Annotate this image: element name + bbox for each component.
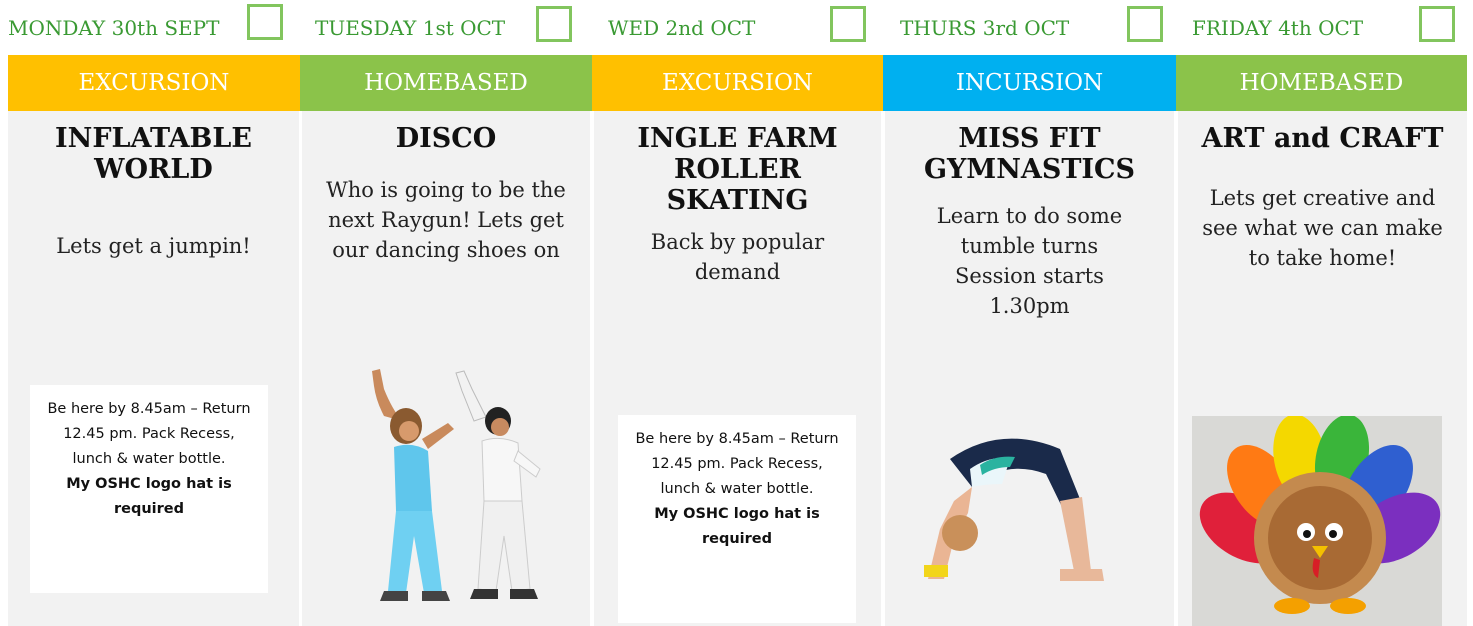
note-text: Be here by 8.45am – Return 12.45 pm. Pac…: [635, 431, 839, 497]
activity-type-banner: INCURSION: [883, 55, 1176, 111]
activity-title: MISS FIT GYMNASTICS: [923, 123, 1136, 185]
day-checkbox[interactable]: [247, 4, 283, 40]
activity-description: Lets get a jumpin!: [56, 234, 251, 258]
activity-type-banner: HOMEBASED: [1176, 55, 1467, 111]
note-bold-text: My OSHC logo hat is required: [654, 506, 820, 547]
activity-panel: ART and CRAFT Lets get creative and see …: [1178, 111, 1467, 626]
activity-description: Back by popular demand: [650, 230, 825, 284]
day-checkbox[interactable]: [536, 6, 572, 42]
day-label: MONDAY 30th SEPT: [8, 16, 220, 40]
activity-type-banner: EXCURSION: [8, 55, 300, 111]
note-bold-text: My OSHC logo hat is required: [66, 476, 232, 517]
activity-description: Who is going to be the next Raygun! Lets…: [326, 178, 566, 262]
day-checkbox[interactable]: [830, 6, 866, 42]
activity-title: ART and CRAFT: [1201, 123, 1444, 154]
day-column-wednesday: WED 2nd OCT EXCURSION INGLE FARM ROLLER …: [592, 0, 883, 626]
excursion-note: Be here by 8.45am – Return 12.45 pm. Pac…: [618, 415, 856, 623]
activity-description: Learn to do some tumble turns Session st…: [936, 204, 1123, 318]
day-column-friday: FRIDAY 4th OCT HOMEBASED ART and CRAFT L…: [1176, 0, 1473, 626]
day-checkbox[interactable]: [1419, 6, 1455, 42]
activity-type-banner: HOMEBASED: [300, 55, 592, 111]
activity-title: INFLATABLE WORLD: [55, 123, 252, 185]
day-label: THURS 3rd OCT: [900, 16, 1070, 40]
activity-panel: INGLE FARM ROLLER SKATING Back by popula…: [594, 111, 881, 626]
gymnast-backbend-image: [924, 438, 1104, 581]
activity-title: INGLE FARM ROLLER SKATING: [637, 123, 838, 216]
activity-panel: MISS FIT GYMNASTICS Learn to do some tum…: [885, 111, 1174, 626]
paper-plate-turkey-image: [1192, 416, 1442, 626]
day-label: TUESDAY 1st OCT: [315, 16, 506, 40]
day-checkbox[interactable]: [1127, 6, 1163, 42]
day-column-monday: MONDAY 30th SEPT EXCURSION INFLATABLE WO…: [0, 0, 300, 626]
day-label: WED 2nd OCT: [608, 16, 756, 40]
excursion-note: Be here by 8.45am – Return 12.45 pm. Pac…: [30, 385, 268, 593]
activity-description: Lets get creative and see what we can ma…: [1202, 186, 1443, 270]
activity-panel: DISCO Who is going to be the next Raygun…: [302, 111, 590, 626]
activity-title: DISCO: [395, 123, 497, 154]
activity-type-banner: EXCURSION: [592, 55, 883, 111]
day-label: FRIDAY 4th OCT: [1192, 16, 1364, 40]
note-text: Be here by 8.45am – Return 12.45 pm. Pac…: [47, 401, 251, 467]
disco-dancers-image: [372, 369, 541, 601]
day-column-thursday: THURS 3rd OCT INCURSION MISS FIT GYMNAST…: [883, 0, 1176, 626]
day-column-tuesday: TUESDAY 1st OCT HOMEBASED DISCO Who is g…: [300, 0, 592, 626]
activity-panel: INFLATABLE WORLD Lets get a jumpin! Be h…: [8, 111, 299, 626]
